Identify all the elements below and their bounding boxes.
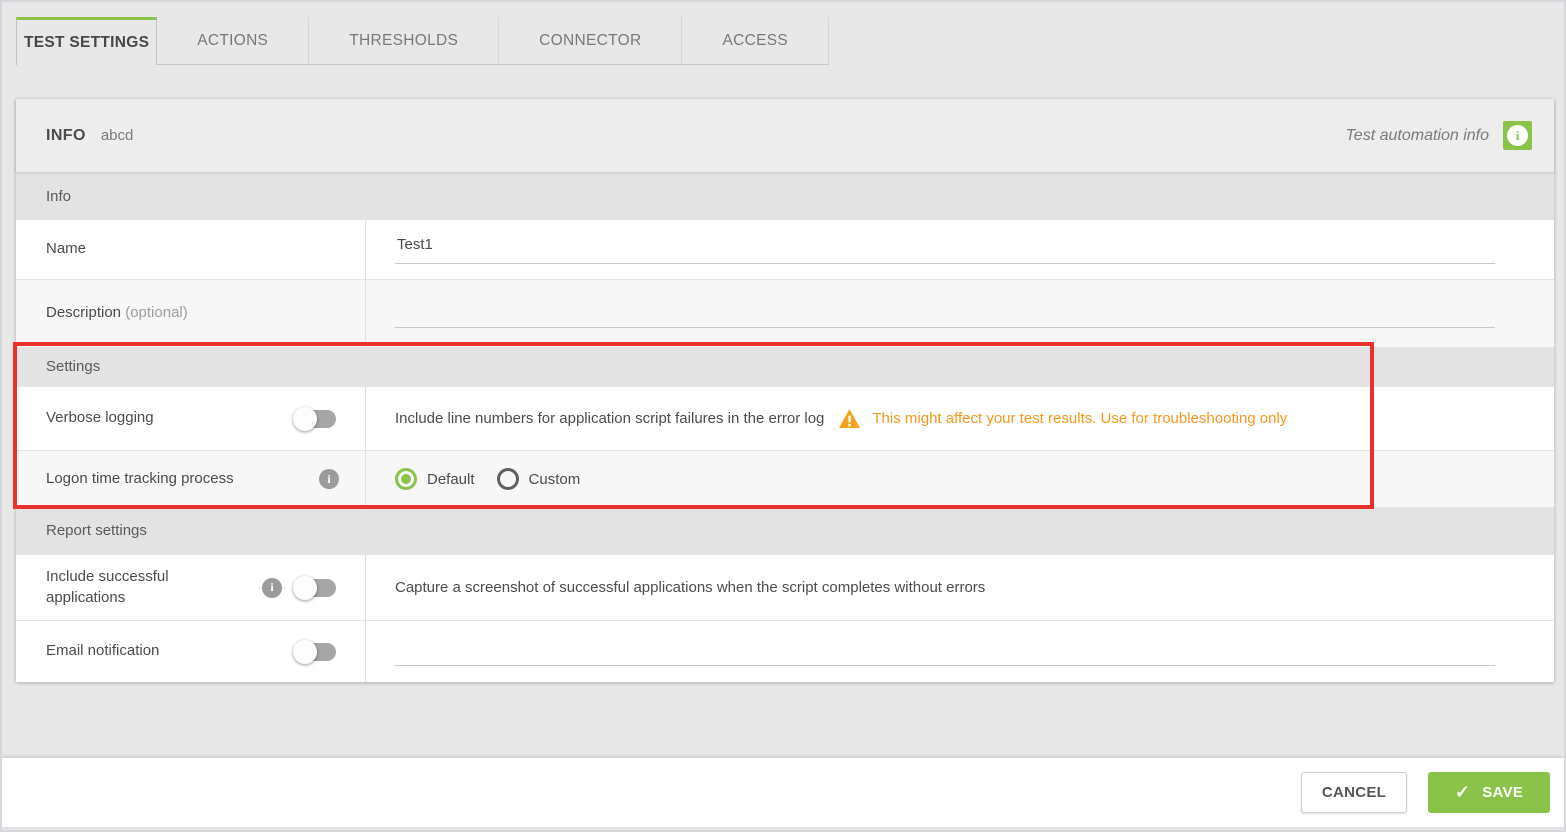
- include-successful-info-icon[interactable]: i: [262, 577, 282, 598]
- name-label: Name: [46, 240, 87, 258]
- description-row: Description (optional): [16, 279, 1554, 347]
- verbose-logging-warning: This might affect your test results. Use…: [872, 410, 1288, 427]
- tab-access[interactable]: ACCESS: [682, 17, 829, 64]
- email-notification-label: Email notification: [46, 642, 160, 660]
- section-heading-info: Info: [16, 172, 1554, 220]
- tab-bar: TEST SETTINGS ACTIONS THRESHOLDS CONNECT…: [16, 17, 829, 65]
- description-optional-hint: (optional): [125, 304, 188, 322]
- tab-test-settings[interactable]: TEST SETTINGS: [16, 17, 158, 65]
- radio-default-circle[interactable]: [395, 468, 417, 490]
- warning-icon: [839, 408, 861, 429]
- description-input[interactable]: [395, 299, 1495, 328]
- section-heading-settings: Settings: [16, 347, 1554, 386]
- include-successful-row: Include successful applications i Captur…: [16, 554, 1554, 620]
- radio-default-label: Default: [427, 470, 475, 488]
- panel-title: INFO: [46, 126, 86, 144]
- logon-time-info-icon[interactable]: i: [319, 469, 339, 489]
- verbose-logging-description: Include line numbers for application scr…: [395, 410, 825, 427]
- name-row: Name: [16, 220, 1554, 279]
- verbose-logging-row: Verbose logging Include line numbers for…: [16, 386, 1554, 450]
- check-icon: ✓: [1454, 782, 1471, 802]
- logon-time-row: Logon time tracking process i Default Cu…: [16, 450, 1554, 507]
- info-panel-header: INFO abcd Test automation info i: [16, 99, 1554, 172]
- logon-time-radio-group: Default Custom: [395, 468, 602, 490]
- cancel-button[interactable]: CANCEL: [1301, 772, 1407, 813]
- description-label: Description (optional): [46, 304, 188, 322]
- footer-bar: CANCEL ✓ SAVE: [2, 758, 1564, 827]
- radio-custom-circle[interactable]: [496, 468, 519, 490]
- verbose-logging-label: Verbose logging: [46, 409, 154, 427]
- radio-custom[interactable]: Custom: [496, 468, 581, 490]
- email-notification-input[interactable]: [395, 637, 1495, 666]
- verbose-logging-toggle[interactable]: [293, 406, 339, 432]
- panel-subtitle: abcd: [100, 127, 134, 144]
- test-settings-page: TEST SETTINGS ACTIONS THRESHOLDS CONNECT…: [0, 0, 1566, 832]
- include-successful-toggle[interactable]: [293, 575, 339, 601]
- include-successful-description: Capture a screenshot of successful appli…: [395, 579, 986, 596]
- tab-connector[interactable]: CONNECTOR: [499, 17, 683, 64]
- name-input[interactable]: [395, 235, 1495, 264]
- test-automation-info-button[interactable]: i: [1503, 121, 1532, 150]
- logon-time-label: Logon time tracking process: [46, 469, 234, 487]
- save-button[interactable]: ✓ SAVE: [1428, 772, 1550, 813]
- section-heading-report: Report settings: [16, 507, 1554, 554]
- email-notification-row: Email notification: [16, 620, 1554, 682]
- tab-actions[interactable]: ACTIONS: [157, 17, 310, 64]
- tab-thresholds[interactable]: THRESHOLDS: [309, 17, 500, 64]
- test-automation-info-label: Test automation info: [1345, 126, 1490, 144]
- email-notification-toggle[interactable]: [293, 639, 339, 665]
- info-icon: i: [1507, 125, 1528, 146]
- radio-default[interactable]: Default: [395, 468, 475, 490]
- include-successful-label: Include successful applications: [46, 568, 169, 606]
- save-button-label: SAVE: [1482, 784, 1524, 801]
- info-panel: INFO abcd Test automation info i Info Na…: [13, 99, 1554, 682]
- radio-custom-label: Custom: [528, 470, 581, 488]
